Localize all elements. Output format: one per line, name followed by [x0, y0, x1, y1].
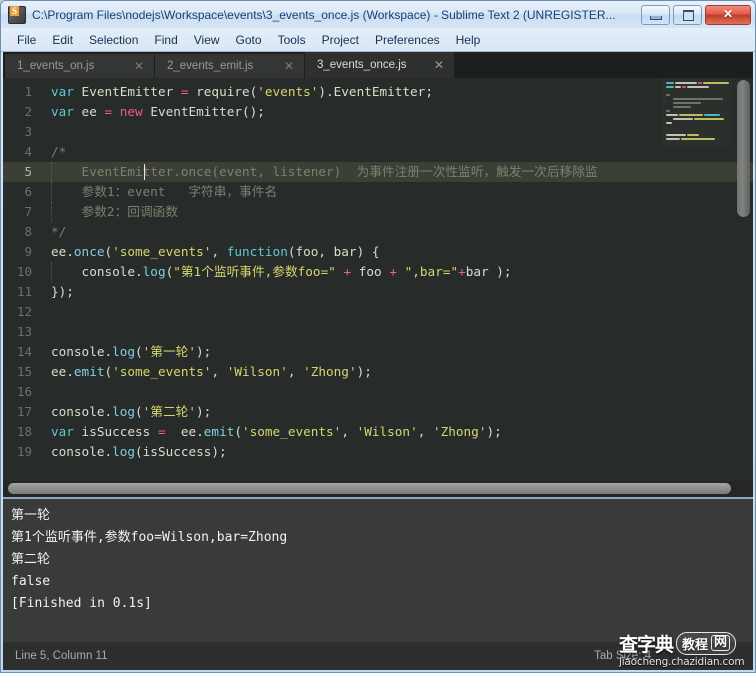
close-icon[interactable]: ✕ — [434, 58, 444, 72]
line-number: 19 — [16, 444, 32, 459]
line-number: 6 — [24, 184, 32, 199]
output-line: 第1个监听事件,参数foo=Wilson,bar=Zhong — [11, 530, 288, 545]
code-text[interactable]: var EventEmitter = require('events').Eve… — [41, 78, 753, 481]
tab-label: 3_events_once.js — [317, 59, 407, 71]
minimize-icon — [650, 15, 662, 20]
line-number: 9 — [24, 244, 32, 259]
menu-bar: File Edit Selection Find View Goto Tools… — [1, 28, 755, 52]
status-bar: Line 5, Column 11 Tab Size: 4 — [3, 642, 753, 670]
close-icon[interactable]: ✕ — [284, 59, 294, 73]
code-line: console.log('第一轮'); — [51, 344, 212, 359]
tab-size-indicator[interactable]: Tab Size: 4 — [594, 650, 651, 662]
menu-item-project[interactable]: Project — [314, 31, 367, 49]
line-number: 12 — [16, 304, 32, 319]
maximize-button[interactable] — [673, 4, 702, 25]
menu-item-view[interactable]: View — [186, 31, 228, 49]
code-line: var EventEmitter = require('events').Eve… — [51, 84, 433, 99]
code-line: }); — [51, 284, 74, 299]
menu-item-edit[interactable]: Edit — [44, 31, 81, 49]
output-line: 第二轮 — [11, 552, 51, 567]
code-line: */ — [51, 224, 67, 239]
build-output-panel[interactable]: 第一轮 第1个监听事件,参数foo=Wilson,bar=Zhong 第二轮 f… — [3, 497, 753, 642]
code-line: var isSuccess = ee.emit('some_events', '… — [51, 424, 502, 439]
sublime-text-window: C:\Program Files\nodejs\Workspace\events… — [0, 0, 756, 673]
output-line: 第一轮 — [11, 508, 51, 523]
vertical-scrollbar[interactable] — [737, 80, 750, 479]
menu-item-file[interactable]: File — [9, 31, 44, 49]
vertical-scrollbar-thumb[interactable] — [737, 80, 750, 217]
code-line: /* — [51, 144, 67, 159]
code-line: console.log(isSuccess); — [51, 444, 227, 459]
tab-2-events-emit[interactable]: 2_events_emit.js ✕ — [155, 54, 305, 78]
window-title: C:\Program Files\nodejs\Workspace\events… — [32, 7, 616, 22]
code-editor[interactable]: 1 2 3 4 5 6 7 8 9 10 11 12 13 14 15 16 1… — [3, 78, 753, 481]
cursor-position: Line 5, Column 11 — [15, 650, 108, 662]
menu-item-preferences[interactable]: Preferences — [367, 31, 448, 49]
tab-label: 2_events_emit.js — [167, 60, 254, 72]
editor-shell: 1_events_on.js ✕ 2_events_emit.js ✕ 3_ev… — [3, 52, 753, 497]
code-line: ee.emit('some_events', 'Wilson', 'Zhong'… — [51, 364, 372, 379]
close-button[interactable]: ✕ — [705, 4, 751, 25]
tab-1-events-on[interactable]: 1_events_on.js ✕ — [5, 54, 155, 78]
code-line: 参数2：回调函数 — [41, 202, 753, 222]
tab-label: 1_events_on.js — [17, 60, 95, 72]
line-number: 15 — [16, 364, 32, 379]
line-number: 14 — [16, 344, 32, 359]
line-number: 3 — [24, 124, 32, 139]
minimize-button[interactable] — [641, 4, 670, 25]
menu-item-goto[interactable]: Goto — [228, 31, 270, 49]
line-number: 4 — [24, 144, 32, 159]
minimap[interactable] — [660, 78, 732, 146]
line-number: 10 — [16, 264, 32, 279]
line-number-gutter: 1 2 3 4 5 6 7 8 9 10 11 12 13 14 15 16 1… — [3, 78, 41, 481]
menu-item-tools[interactable]: Tools — [270, 31, 314, 49]
sublime-text-icon — [8, 5, 26, 24]
close-icon: ✕ — [722, 6, 734, 21]
menu-item-help[interactable]: Help — [448, 31, 489, 49]
maximize-icon — [683, 9, 694, 21]
line-number: 11 — [16, 284, 32, 299]
line-number: 1 — [24, 84, 32, 99]
code-line: ee.once('some_events', function(foo, bar… — [51, 244, 380, 259]
title-bar: C:\Program Files\nodejs\Workspace\events… — [1, 1, 755, 28]
horizontal-scrollbar[interactable] — [3, 481, 753, 497]
close-icon[interactable]: ✕ — [134, 59, 144, 73]
output-line: [Finished in 0.1s] — [11, 596, 152, 611]
tab-3-events-once[interactable]: 3_events_once.js ✕ — [305, 52, 455, 78]
window-controls: ✕ — [641, 4, 751, 25]
code-line: 参数1：event 字符串，事件名 — [41, 182, 753, 202]
line-number-current: 5 — [3, 162, 41, 182]
line-number: 18 — [16, 424, 32, 439]
menu-item-selection[interactable]: Selection — [81, 31, 146, 49]
code-line: console.log('第二轮'); — [51, 404, 212, 419]
horizontal-scrollbar-thumb[interactable] — [8, 483, 731, 494]
line-number: 13 — [16, 324, 32, 339]
line-number: 17 — [16, 404, 32, 419]
code-line: var ee = new EventEmitter(); — [51, 104, 265, 119]
tab-bar: 1_events_on.js ✕ 2_events_emit.js ✕ 3_ev… — [3, 52, 753, 78]
line-number: 16 — [16, 384, 32, 399]
output-line: false — [11, 574, 51, 589]
code-line-current: EventEmitter.once(event, listener) 为事件注册… — [41, 162, 753, 182]
line-number: 8 — [24, 224, 32, 239]
code-line: console.log("第1个监听事件,参数foo=" + foo + ",b… — [41, 262, 753, 282]
line-number: 2 — [24, 104, 32, 119]
line-number: 7 — [24, 204, 32, 219]
menu-item-find[interactable]: Find — [146, 31, 185, 49]
